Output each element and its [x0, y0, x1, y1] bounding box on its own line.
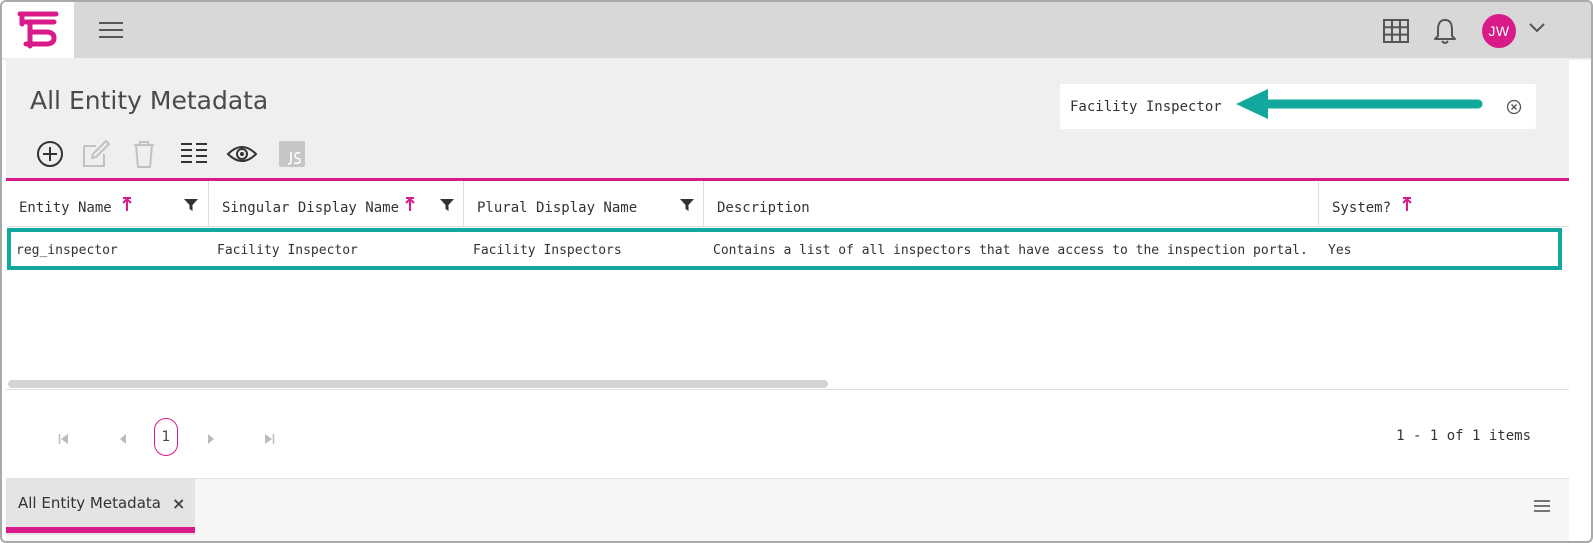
hamburger-menu-icon[interactable]: [99, 19, 123, 41]
column-header-system[interactable]: System?: [1319, 181, 1569, 227]
column-header-entity-name[interactable]: Entity Name: [6, 181, 209, 227]
column-label: Plural Display Name: [477, 200, 638, 216]
cell-description: Contains a list of all inspectors that h…: [713, 243, 1311, 258]
bell-icon[interactable]: [1433, 17, 1457, 45]
last-page-icon[interactable]: [263, 434, 275, 444]
tab-close-icon[interactable]: ×: [172, 494, 185, 513]
table-row[interactable]: reg_inspector Facility Inspector Facilit…: [6, 227, 1569, 273]
brand-logo-icon: [17, 11, 59, 49]
filter-icon[interactable]: [184, 198, 198, 212]
cell-singular-display-name: Facility Inspector: [217, 243, 358, 258]
first-page-icon[interactable]: [58, 434, 70, 444]
grid-icon[interactable]: [1383, 19, 1409, 43]
column-label: Entity Name: [19, 200, 112, 216]
column-header-singular-display-name[interactable]: Singular Display Name: [209, 181, 464, 227]
active-tab-indicator: [6, 527, 195, 533]
cell-entity-name: reg_inspector: [16, 243, 118, 258]
clear-circle-icon[interactable]: [1506, 99, 1522, 115]
edit-icon[interactable]: [80, 138, 112, 170]
column-label: System?: [1332, 200, 1392, 216]
eye-icon[interactable]: [226, 138, 258, 170]
search-box: [1060, 84, 1536, 129]
pager: 1 1 - 1 of 1 items: [6, 390, 1569, 481]
horizontal-scrollbar[interactable]: [8, 380, 828, 388]
trash-icon[interactable]: [128, 138, 160, 170]
js-icon[interactable]: [276, 138, 308, 170]
column-label: Singular Display Name: [222, 200, 400, 216]
app-window: JW All Entity Metadata Facility Inspecto…: [0, 0, 1593, 543]
sort-ascending-icon[interactable]: [122, 196, 132, 212]
add-circle-icon[interactable]: [34, 138, 66, 170]
page-title: All Entity Metadata: [30, 86, 269, 115]
tab-bar: All Entity Metadata ×: [6, 478, 1569, 541]
grid-header: Entity Name Singular Display Name Plural…: [6, 181, 1569, 227]
tab-label: All Entity Metadata: [18, 494, 161, 512]
brand-logo[interactable]: [2, 2, 74, 58]
filter-icon[interactable]: [680, 198, 694, 212]
top-bar: JW: [2, 2, 1591, 58]
data-grid: Entity Name Singular Display Name Plural…: [6, 178, 1569, 481]
filter-icon[interactable]: [440, 198, 454, 212]
next-page-icon[interactable]: [206, 434, 216, 444]
toolbar: [30, 138, 330, 170]
chevron-down-icon[interactable]: [1528, 22, 1546, 34]
previous-page-icon[interactable]: [118, 434, 128, 444]
pager-info: 1 - 1 of 1 items: [1396, 428, 1531, 444]
page-number-current[interactable]: 1: [154, 418, 178, 456]
search-input[interactable]: [1070, 96, 1490, 118]
tab-all-entity-metadata[interactable]: All Entity Metadata ×: [6, 479, 195, 535]
sort-ascending-icon[interactable]: [405, 196, 415, 212]
user-avatar[interactable]: JW: [1482, 14, 1516, 48]
column-header-description[interactable]: Description: [704, 181, 1319, 227]
cell-system: Yes: [1328, 243, 1352, 258]
column-header-plural-display-name[interactable]: Plural Display Name: [464, 181, 704, 227]
tab-menu-icon[interactable]: [1533, 499, 1551, 513]
column-label: Description: [717, 200, 810, 216]
sort-ascending-icon[interactable]: [1402, 196, 1412, 212]
columns-icon[interactable]: [178, 138, 210, 170]
cell-plural-display-name: Facility Inspectors: [473, 243, 622, 258]
